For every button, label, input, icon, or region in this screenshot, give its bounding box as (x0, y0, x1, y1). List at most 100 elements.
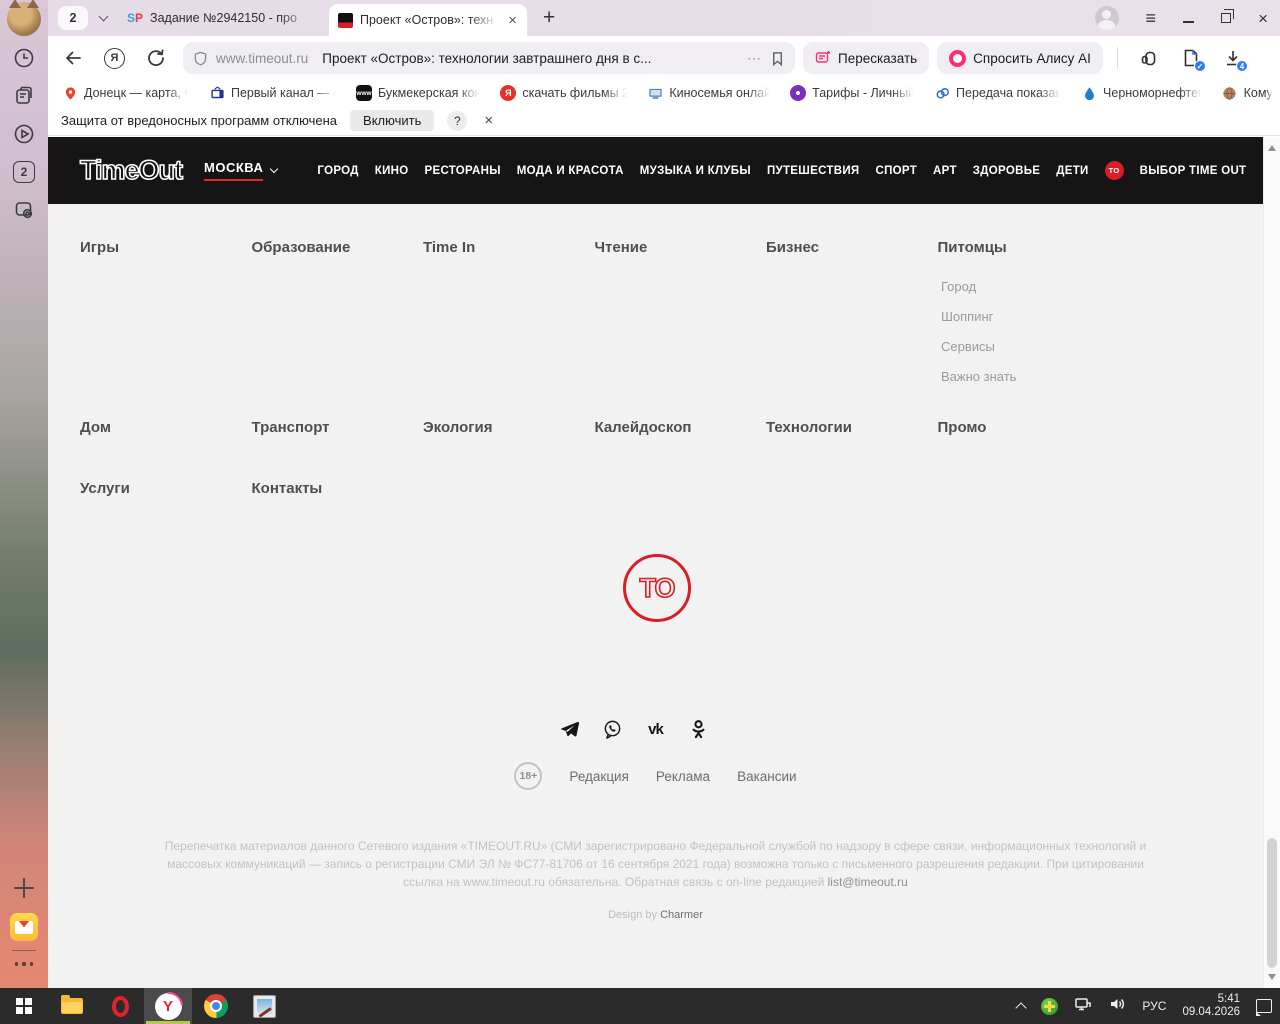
enable-protection-button[interactable]: Включить (350, 110, 435, 131)
nav-moda[interactable]: МОДА И КРАСОТА (517, 165, 624, 177)
warning-close-icon[interactable]: × (484, 112, 493, 129)
window-close-button[interactable]: × (1258, 10, 1268, 27)
footer-link-dom[interactable]: Дом (80, 419, 252, 436)
sublink-vazhno-znat[interactable]: Важно знать (941, 370, 1016, 384)
sublink-servisy[interactable]: Сервисы (941, 340, 1016, 354)
browser-profile-icon[interactable] (1094, 6, 1119, 30)
bookmark-item[interactable]: Донецк — карта, ч (62, 85, 190, 101)
tabs-dropdown-icon[interactable] (98, 11, 109, 21)
nav-gorod[interactable]: ГОРОД (317, 165, 358, 177)
footer-link-biznes[interactable]: Бизнес (766, 239, 938, 256)
tab-counter[interactable]: 2 (58, 6, 88, 30)
nav-zdorovie[interactable]: ЗДОРОВЬЕ (973, 165, 1040, 177)
email-link[interactable]: list@timeout.ru (828, 875, 908, 889)
file-explorer-button[interactable] (48, 988, 96, 1024)
downloads-button[interactable]: 4 (1222, 47, 1248, 72)
back-button[interactable] (62, 47, 84, 69)
bookmark-item[interactable]: Черноморнефтег (1081, 85, 1203, 101)
ask-alice-button[interactable]: Спросить Алису AI (937, 42, 1103, 74)
restore-button[interactable] (1221, 9, 1235, 23)
yandex-home-button[interactable]: Я (104, 47, 125, 69)
footer-link-ekologiya[interactable]: Экология (423, 419, 595, 436)
sublink-gorod[interactable]: Город (941, 280, 1016, 294)
retell-button[interactable]: Пересказать (803, 42, 930, 74)
chrome-button[interactable] (192, 988, 240, 1024)
extension-icon[interactable] (1138, 47, 1160, 69)
footer-link-obrazovanie[interactable]: Образование (252, 239, 424, 256)
clock[interactable]: 5:41 09.04.2026 (1182, 993, 1240, 1019)
sidebar-add-icon[interactable] (13, 877, 35, 899)
address-bar[interactable]: www.timeout.ru Проект «Остров»: технолог… (183, 42, 795, 74)
nav-deti[interactable]: ДЕТИ (1056, 165, 1088, 177)
help-icon[interactable]: ? (447, 110, 468, 131)
link-reklama[interactable]: Реклама (656, 769, 710, 784)
bookmark-item[interactable]: Передача показан (934, 85, 1062, 101)
nav-puteshestviya[interactable]: ПУТЕШЕСТВИЯ (767, 165, 860, 177)
history-icon[interactable] (13, 47, 35, 69)
footer-link-tehnologii[interactable]: Технологии (766, 419, 938, 436)
bookmark-item[interactable]: Киносемья онлай (647, 85, 771, 101)
odnoklassniki-icon[interactable] (688, 718, 710, 740)
action-center-icon[interactable] (1256, 999, 1272, 1016)
nav-restorany[interactable]: РЕСТОРАНЫ (425, 165, 501, 177)
vk-icon[interactable]: vk (645, 718, 667, 740)
tabs-counter-icon[interactable]: 2 (13, 161, 35, 183)
video-icon[interactable] (13, 123, 35, 145)
footer-link-timein[interactable]: Time In (423, 239, 595, 256)
footer-link-chtenie[interactable]: Чтение (595, 239, 767, 256)
tab-close-icon[interactable]: × (507, 12, 518, 29)
timeout-logo[interactable]: TimeOut (79, 154, 184, 186)
nav-muzyka[interactable]: МУЗЫКА И КЛУБЫ (640, 165, 751, 177)
minimize-button[interactable] (1183, 21, 1195, 23)
network-icon[interactable] (1074, 995, 1092, 1018)
bookmark-item[interactable]: www Букмекерская кон (356, 85, 481, 101)
yandex-browser-button[interactable]: Y (144, 988, 192, 1024)
footer-link-uslugi[interactable]: Услуги (80, 480, 252, 497)
nav-art[interactable]: АРТ (933, 165, 957, 177)
tab-active[interactable]: Проект «Остров»: техн × (329, 4, 527, 36)
refresh-button[interactable] (145, 47, 167, 69)
sublink-shopping[interactable]: Шоппинг (941, 310, 1016, 324)
footer-link-pitomcy[interactable]: Питомцы (938, 239, 1110, 256)
url-text[interactable]: www.timeout.ru (216, 51, 308, 66)
tray-expand-icon[interactable] (1015, 1002, 1028, 1014)
profile-avatar[interactable] (7, 0, 41, 36)
sidebar-more-icon[interactable] (12, 962, 36, 966)
volume-icon[interactable] (1108, 995, 1126, 1018)
bookmark-item[interactable]: Тарифы - Личный (790, 85, 915, 101)
city-selector[interactable]: МОСКВА (204, 160, 279, 181)
nav-sport[interactable]: СПОРТ (875, 165, 917, 177)
footer-link-kaleydoskop[interactable]: Калейдоскоп (595, 419, 767, 436)
scroll-up-icon[interactable] (1268, 145, 1276, 151)
zen-icon[interactable] (731, 718, 753, 740)
language-indicator[interactable]: РУС (1142, 999, 1166, 1013)
bookmark-icon[interactable] (770, 51, 785, 66)
bookmark-item[interactable]: Первый канал — с (209, 85, 337, 101)
nav-kino[interactable]: КИНО (375, 165, 409, 177)
scroll-down-icon[interactable] (1268, 974, 1276, 980)
bookmark-item[interactable]: Я скачать фильмы 2 (500, 85, 628, 101)
browser-menu-icon[interactable]: ≡ (1146, 9, 1157, 27)
footer-link-transport[interactable]: Транспорт (252, 419, 424, 436)
address-more-icon[interactable]: ⋯ (747, 50, 762, 67)
footer-link-promo[interactable]: Промо (938, 419, 1110, 436)
tab-inactive[interactable]: SP Задание №2942150 - про (127, 11, 315, 25)
charmer-link[interactable]: Charmer (660, 909, 703, 921)
scrollbar-thumb[interactable] (1267, 838, 1277, 968)
new-tab-button[interactable]: + (543, 6, 555, 30)
nav-vybor-timeout[interactable]: ВЫБОР TIME OUT (1140, 165, 1247, 177)
link-redakciya[interactable]: Редакция (569, 769, 629, 784)
link-vakansii[interactable]: Вакансии (737, 769, 797, 784)
footer-link-kontakty[interactable]: Контакты (252, 480, 424, 497)
paint-button[interactable] (240, 988, 288, 1024)
opera-button[interactable] (96, 988, 144, 1024)
footer-link-igry[interactable]: Игры (80, 239, 252, 256)
viber-icon[interactable] (602, 718, 624, 740)
page-scrollbar[interactable] (1263, 137, 1280, 988)
screenshot-icon[interactable] (13, 199, 35, 221)
antivirus-tray-icon[interactable] (1041, 997, 1059, 1015)
feed-icon[interactable] (13, 85, 35, 107)
document-check-icon[interactable]: ✓ (1180, 47, 1206, 72)
yandex-mail-icon[interactable] (10, 913, 38, 941)
telegram-icon[interactable] (559, 718, 581, 740)
